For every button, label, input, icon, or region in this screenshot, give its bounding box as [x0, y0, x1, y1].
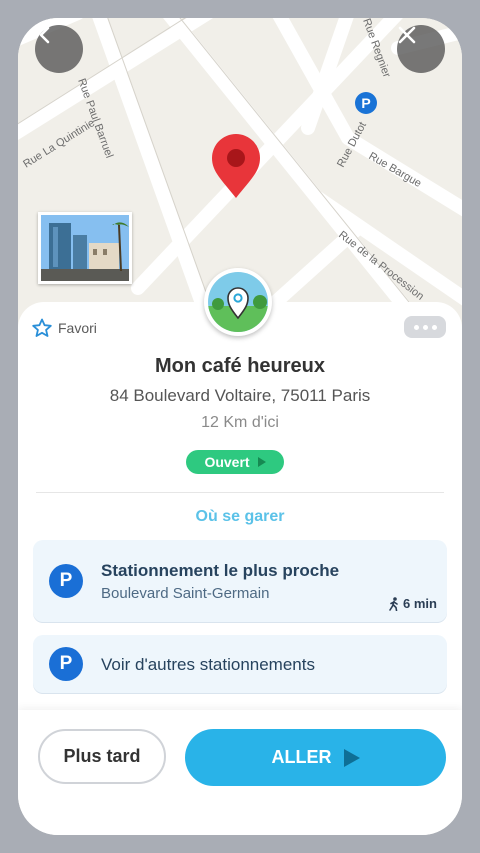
nearest-parking-card[interactable]: P Stationnement le plus proche Boulevard…: [33, 540, 447, 622]
location-pin-icon: [212, 134, 260, 198]
more-dot: [431, 324, 437, 330]
back-button[interactable]: [35, 25, 83, 73]
parking-icon: P: [49, 647, 83, 681]
nearest-parking-street: Boulevard Saint-Germain: [101, 585, 270, 602]
walk-time-label: 6 min: [403, 596, 437, 611]
close-button[interactable]: [397, 25, 445, 73]
phone-screen: Rue La Quintinie Rue Paul Barruel Rue Du…: [18, 18, 462, 835]
divider: [36, 492, 444, 493]
go-label: ALLER: [271, 747, 332, 767]
place-photo: [41, 215, 129, 281]
favorite-label: Favori: [58, 320, 97, 336]
play-icon: [257, 457, 266, 467]
go-button[interactable]: ALLER: [185, 729, 446, 786]
more-dot: [422, 324, 428, 330]
action-bar: Plus tard ALLER: [18, 710, 462, 835]
later-button[interactable]: Plus tard: [38, 729, 166, 784]
close-icon: [398, 26, 416, 44]
status-label: Ouvert: [204, 454, 250, 470]
favorite-button[interactable]: Favori: [32, 318, 97, 338]
place-address: 84 Boulevard Voltaire, 75011 Paris: [109, 386, 371, 405]
parking-marker[interactable]: P: [355, 92, 377, 114]
star-icon: [32, 318, 52, 337]
open-status-badge[interactable]: Ouvert: [186, 450, 284, 474]
place-photo-thumbnail[interactable]: [38, 212, 132, 284]
place-name: Mon café heureux: [154, 355, 326, 377]
location-illustration-icon: [208, 272, 268, 332]
more-dot: [413, 324, 419, 330]
walking-icon: [389, 596, 398, 611]
play-icon: [343, 748, 360, 767]
other-parking-link: Voir d'autres stationnements: [101, 655, 315, 674]
more-options-button[interactable]: [404, 316, 446, 338]
chevron-left-icon: [39, 26, 50, 44]
walk-time: 6 min: [388, 596, 437, 611]
parking-icon: P: [49, 564, 83, 598]
place-distance: 12 Km d'ici: [201, 414, 279, 431]
street-label: Rue Bargue: [367, 150, 424, 190]
parking-section-title: Où se garer: [195, 508, 285, 525]
nearest-parking-name: Stationnement le plus proche: [101, 561, 340, 580]
place-avatar: [204, 268, 272, 336]
other-parking-card[interactable]: P Voir d'autres stationnements: [33, 635, 447, 693]
